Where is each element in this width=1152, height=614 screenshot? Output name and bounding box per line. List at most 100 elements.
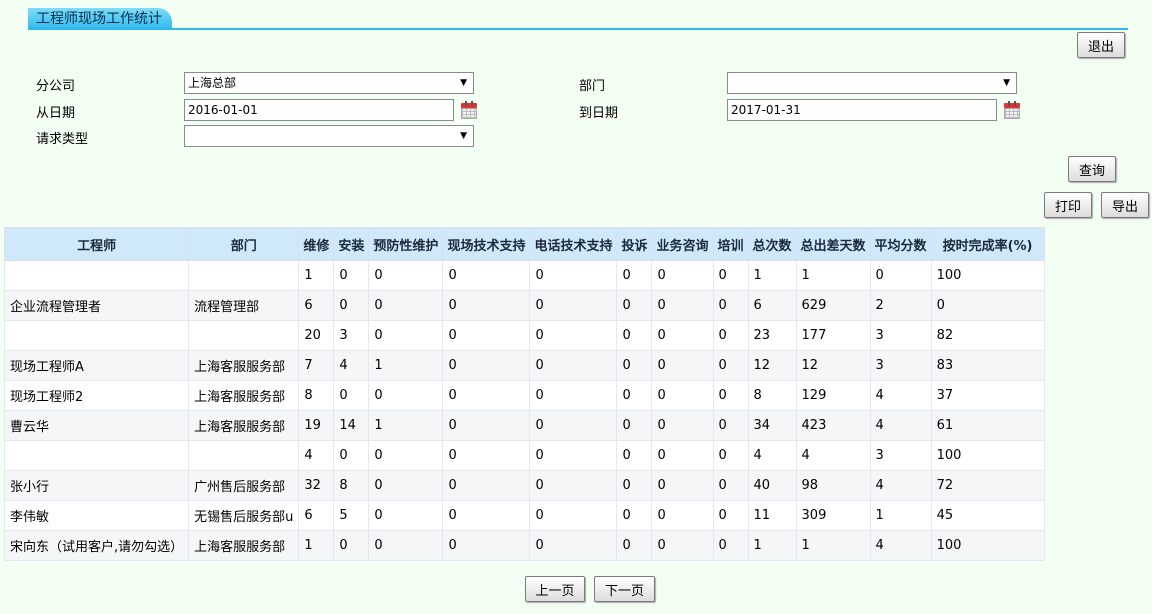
col-header-training: 培训 (712, 227, 749, 261)
cell-trip-days: 129 (795, 380, 871, 411)
table-row: 4 0 0 0 0 0 0 0 4 4 3 100 (3, 440, 1045, 471)
cell-dept: 广州售后服务部 (188, 470, 300, 501)
cell-onsite-support: 0 (442, 290, 531, 321)
cell-ontime-rate: 37 (930, 380, 1045, 411)
cell-onsite-support: 0 (442, 320, 531, 351)
cell-trip-days: 12 (795, 350, 871, 381)
cell-preventive: 0 (368, 530, 444, 561)
cell-engineer (3, 440, 190, 471)
cell-ontime-rate: 72 (930, 470, 1045, 501)
branch-value: 上海总部 (188, 76, 237, 90)
to-date-label: 到日期 (579, 106, 619, 121)
dept-select[interactable]: ▼ (727, 72, 1017, 94)
cell-training: 0 (712, 380, 749, 411)
cell-total: 1 (747, 260, 797, 291)
cell-ontime-rate: 61 (930, 410, 1045, 441)
cell-training: 0 (712, 530, 749, 561)
cell-repair: 32 (298, 470, 335, 501)
cell-training: 0 (712, 500, 749, 531)
cell-trip-days: 1 (795, 530, 871, 561)
cell-preventive: 0 (368, 500, 444, 531)
col-header-onsite-support: 现场技术支持 (442, 227, 531, 261)
cell-training: 0 (712, 470, 749, 501)
to-date-input[interactable]: 2017-01-31 (727, 99, 997, 121)
cell-ontime-rate: 100 (930, 440, 1045, 471)
cell-avg-score: 3 (869, 320, 932, 351)
cell-dept: 上海客服服务部 (188, 410, 300, 441)
col-header-phone-support: 电话技术支持 (529, 227, 618, 261)
cell-training: 0 (712, 350, 749, 381)
cell-dept (188, 320, 300, 351)
cell-total: 12 (747, 350, 797, 381)
cell-avg-score: 4 (869, 470, 932, 501)
query-button[interactable]: 查询 (1068, 156, 1116, 182)
cell-onsite-support: 0 (442, 380, 531, 411)
cell-engineer: 曹云华 (3, 410, 190, 441)
cell-install: 8 (333, 470, 370, 501)
cell-consult: 0 (651, 440, 714, 471)
cell-ontime-rate: 83 (930, 350, 1045, 381)
cell-phone-support: 0 (529, 290, 618, 321)
from-date-input[interactable]: 2016-01-01 (184, 99, 454, 121)
cell-phone-support: 0 (529, 380, 618, 411)
cell-consult: 0 (651, 350, 714, 381)
cell-trip-days: 98 (795, 470, 871, 501)
prev-page-button[interactable]: 上一页 (525, 576, 585, 602)
cell-repair: 19 (298, 410, 335, 441)
cell-total: 40 (747, 470, 797, 501)
cell-dept: 上海客服服务部 (188, 350, 300, 381)
cell-total: 1 (747, 530, 797, 561)
cell-avg-score: 0 (869, 260, 932, 291)
cell-repair: 8 (298, 380, 335, 411)
cell-consult: 0 (651, 410, 714, 441)
cell-trip-days: 309 (795, 500, 871, 531)
cell-preventive: 0 (368, 440, 444, 471)
col-header-consult: 业务咨询 (651, 227, 714, 261)
from-date-label: 从日期 (36, 106, 76, 121)
cell-trip-days: 177 (795, 320, 871, 351)
export-button[interactable]: 导出 (1101, 192, 1149, 218)
cell-consult: 0 (651, 260, 714, 291)
cell-install: 0 (333, 380, 370, 411)
cell-trip-days: 423 (795, 410, 871, 441)
cell-phone-support: 0 (529, 500, 618, 531)
cell-engineer: 现场工程师A (3, 350, 190, 381)
cell-total: 6 (747, 290, 797, 321)
cell-ontime-rate: 0 (930, 290, 1045, 321)
cell-training: 0 (712, 440, 749, 471)
cell-phone-support: 0 (529, 410, 618, 441)
cell-training: 0 (712, 320, 749, 351)
cell-consult: 0 (651, 530, 714, 561)
cell-total: 4 (747, 440, 797, 471)
cell-complaint: 0 (616, 350, 653, 381)
cell-repair: 7 (298, 350, 335, 381)
cell-install: 3 (333, 320, 370, 351)
title-divider (28, 28, 1128, 30)
cell-onsite-support: 0 (442, 410, 531, 441)
cell-repair: 20 (298, 320, 335, 351)
table-row: 现场工程师2 上海客服服务部 8 0 0 0 0 0 0 0 8 129 4 37 (3, 380, 1045, 411)
cell-preventive: 0 (368, 470, 444, 501)
cell-complaint: 0 (616, 380, 653, 411)
cell-avg-score: 4 (869, 380, 932, 411)
branch-select[interactable]: 上海总部 ▼ (184, 72, 474, 94)
page-title: 工程师现场工作统计 (28, 8, 172, 30)
cell-engineer: 宋向东（试用客户,请勿勾选） (3, 530, 190, 561)
cell-onsite-support: 0 (442, 530, 531, 561)
cell-complaint: 0 (616, 440, 653, 471)
cell-total: 34 (747, 410, 797, 441)
to-date-value: 2017-01-31 (731, 103, 801, 117)
print-button[interactable]: 打印 (1044, 192, 1092, 218)
calendar-icon[interactable] (1004, 101, 1020, 119)
exit-button[interactable]: 退出 (1077, 32, 1125, 58)
cell-repair: 4 (298, 440, 335, 471)
col-header-dept: 部门 (188, 227, 300, 261)
cell-avg-score: 3 (869, 350, 932, 381)
cell-onsite-support: 0 (442, 500, 531, 531)
cell-repair: 6 (298, 500, 335, 531)
calendar-icon[interactable] (461, 101, 477, 119)
cell-ontime-rate: 82 (930, 320, 1045, 351)
next-page-button[interactable]: 下一页 (594, 576, 655, 602)
request-type-select[interactable]: ▼ (184, 125, 474, 147)
cell-avg-score: 4 (869, 530, 932, 561)
